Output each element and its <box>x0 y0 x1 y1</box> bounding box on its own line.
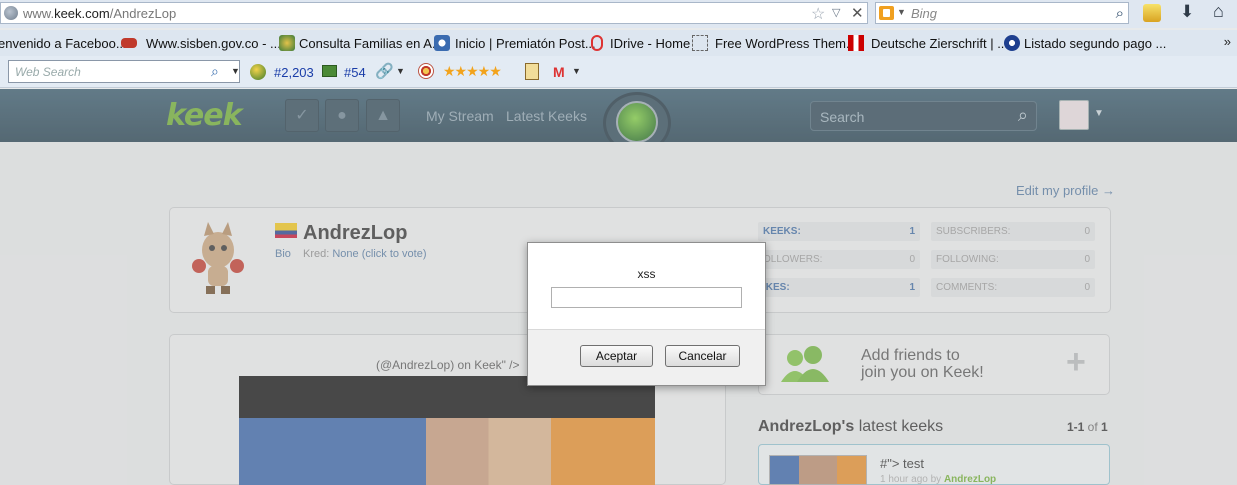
addon-toolbar: Web Search ⌕ ▼ #2,203 #54 🔗 ▼ ★★★★★ M ▼ <box>0 56 1237 88</box>
accept-button[interactable]: Aceptar <box>580 345 653 367</box>
dialog-message: xss <box>637 267 656 281</box>
dialog-footer: Aceptar Cancelar <box>528 329 765 385</box>
home-icon[interactable]: ⌂ <box>1213 1 1224 22</box>
global-rank[interactable]: #2,203 <box>274 65 314 80</box>
address-bar[interactable]: www.keek.com/AndrezLop ☆ ▽ ✕ <box>0 2 868 24</box>
bookmark-listado[interactable]: Listado segundo pago ... <box>1024 36 1166 51</box>
engine-dropdown-icon[interactable]: ▼ <box>897 7 906 17</box>
local-rank[interactable]: #54 <box>344 65 366 80</box>
idrive-icon <box>591 35 603 51</box>
gmail-icon[interactable]: M <box>553 64 565 80</box>
web-search-field[interactable]: Web Search ⌕ ▼ <box>8 60 240 83</box>
bookmark-deutsche[interactable]: Deutsche Zierschrift | ... <box>871 36 1008 51</box>
link-dropdown-icon[interactable]: ▼ <box>396 66 405 76</box>
site-identity-icon[interactable] <box>4 6 18 20</box>
web-search-icon[interactable]: ⌕ <box>211 63 219 80</box>
notepad-icon[interactable] <box>525 63 539 80</box>
download-icon[interactable]: ⬇ <box>1180 2 1194 22</box>
address-text[interactable]: www.keek.com/AndrezLop <box>23 6 176 21</box>
gmail-dropdown-icon[interactable]: ▼ <box>572 66 581 76</box>
car-icon <box>121 38 137 48</box>
bookmark-sisben[interactable]: Www.sisben.gov.co - ... <box>146 36 281 51</box>
stop-close-icon[interactable]: ✕ <box>851 4 864 22</box>
prompt-dialog: xss Aceptar Cancelar <box>527 242 766 386</box>
page-icon <box>692 35 708 51</box>
seal-icon <box>279 35 295 51</box>
browser-search-bar[interactable]: ▼ Bing ⌕ <box>875 2 1129 24</box>
addon-icon[interactable] <box>1143 4 1161 22</box>
bookmark-idrive[interactable]: IDrive - Home <box>610 36 690 51</box>
badge-icon <box>1004 35 1020 51</box>
bookmark-consulta[interactable]: Consulta Familias en A... <box>299 36 443 51</box>
bing-engine-icon[interactable] <box>879 6 894 20</box>
dialog-input[interactable] <box>551 287 742 308</box>
search-icon[interactable]: ⌕ <box>1116 5 1124 22</box>
web-search-dropdown-icon[interactable]: ▼ <box>231 66 240 76</box>
web-search-placeholder: Web Search <box>15 65 81 79</box>
bookmark-star-icon[interactable]: ☆ <box>811 4 825 24</box>
rank-globe-icon[interactable] <box>250 64 266 80</box>
bookmark-wordpress[interactable]: Free WordPress Them... <box>715 36 857 51</box>
bookmarks-overflow-chevron-icon[interactable]: » <box>1224 34 1231 49</box>
rating-stars[interactable]: ★★★★★ <box>443 63 502 80</box>
bookmark-premiaton[interactable]: Inicio | Premiatón Post... <box>455 36 596 51</box>
bookmark-facebook[interactable]: envenido a Faceboo... <box>0 36 127 51</box>
browser-nav-bar: www.keek.com/AndrezLop ☆ ▽ ✕ ▼ Bing ⌕ ⬇ … <box>0 0 1237 28</box>
flag-icon <box>848 35 864 51</box>
bookmarks-toolbar: envenido a Faceboo... Www.sisben.gov.co … <box>0 30 1237 56</box>
link-icon[interactable]: 🔗 <box>375 62 394 80</box>
cancel-button[interactable]: Cancelar <box>665 345 740 367</box>
globe-icon <box>434 35 450 51</box>
history-dropdown-icon[interactable]: ▽ <box>832 6 840 19</box>
medal-icon[interactable] <box>418 63 434 79</box>
country-rank-icon <box>322 65 337 77</box>
search-engine-placeholder: Bing <box>911 6 938 21</box>
